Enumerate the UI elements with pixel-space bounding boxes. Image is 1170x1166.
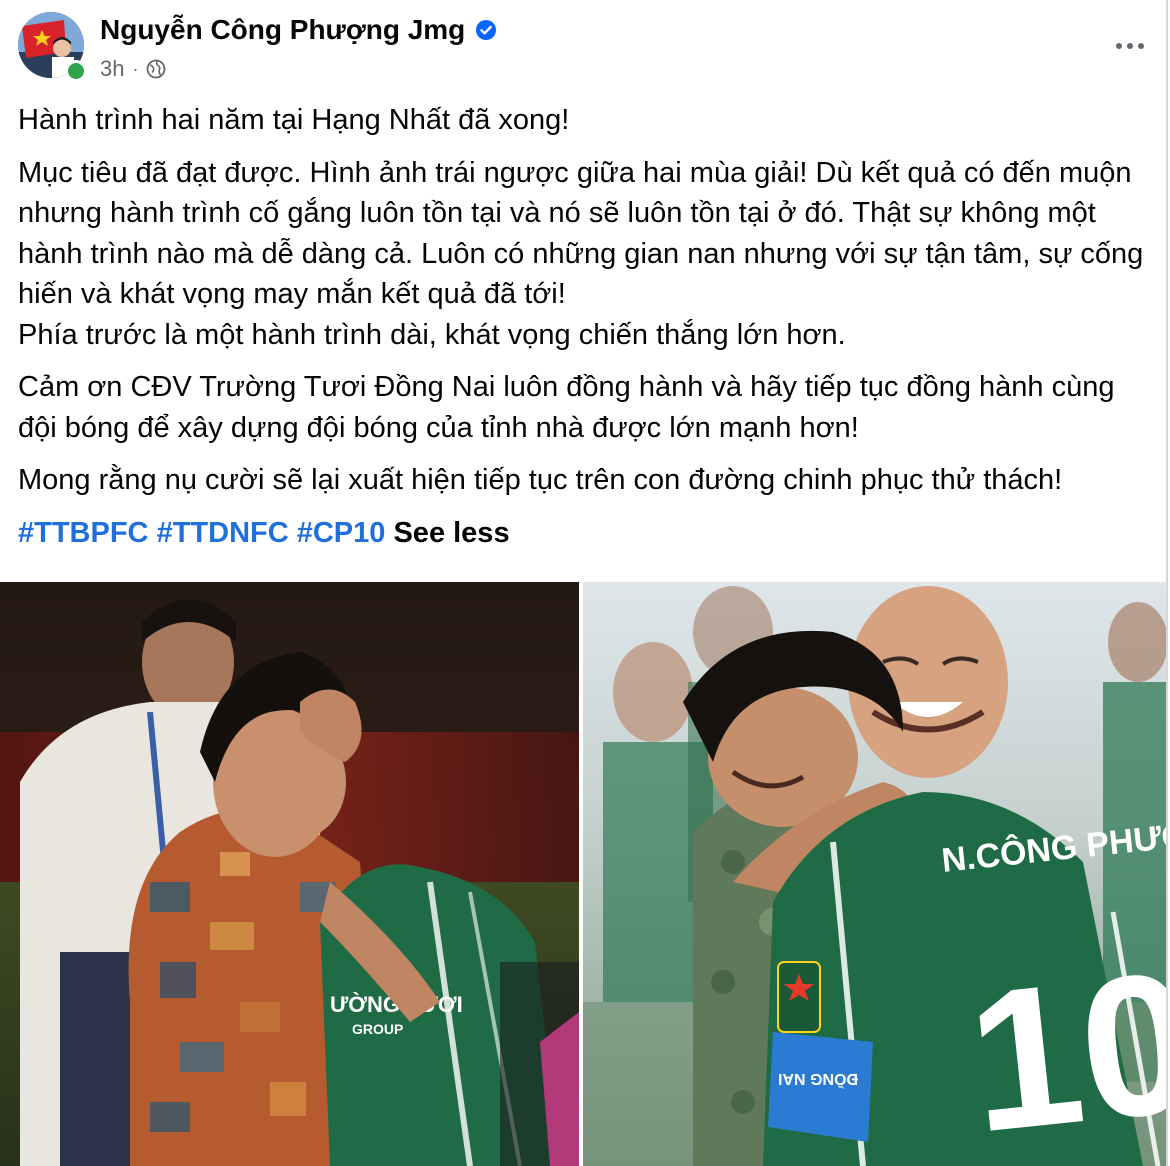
post-paragraph-line: Mục tiêu đã đạt được. Hình ảnh trái ngượ… (18, 156, 1144, 311)
post-header: Nguyễn Công Phượng Jmg 3h · (16, 10, 1156, 90)
online-status-indicator (65, 60, 87, 82)
post-paragraph: Mục tiêu đã đạt được. Hình ảnh trái ngượ… (18, 153, 1158, 356)
see-less-button[interactable]: See less (393, 517, 509, 549)
post-text: Hành trình hai năm tại Hạng Nhất đã xong… (18, 100, 1158, 553)
post-paragraph: Cảm ơn CĐV Trường Tươi Đồng Nai luôn đồn… (18, 371, 1115, 444)
post-paragraph-line: Phía trước là một hành trình dài, khát v… (18, 318, 846, 351)
meta-separator: · (132, 58, 139, 79)
armband-text: ĐỒNG NAI (778, 1070, 858, 1089)
more-dot (1138, 43, 1144, 49)
jersey-sponsor-subtext: GROUP (352, 1021, 403, 1037)
hashtag-link[interactable]: #CP10 (297, 517, 386, 549)
post-paragraph: Mong rằng nụ cười sẽ lại xuất hiện tiếp … (18, 464, 1063, 496)
photo-right[interactable]: N.CÔNG PHƯỢNG 10 ĐỒNG NAI (583, 582, 1166, 1166)
author-name[interactable]: Nguyễn Công Phượng Jmg (100, 14, 465, 46)
more-options-icon[interactable] (1108, 28, 1152, 64)
facebook-post: Nguyễn Công Phượng Jmg 3h · Hành trình h… (0, 0, 1168, 1166)
more-dot (1116, 43, 1122, 49)
more-dot (1127, 43, 1133, 49)
photo-right-image: N.CÔNG PHƯỢNG 10 ĐỒNG NAI (583, 582, 1166, 1166)
post-paragraph: Hành trình hai năm tại Hạng Nhất đã xong… (18, 104, 570, 136)
post-meta: 3h · (100, 56, 166, 82)
photo-left[interactable]: ƯỜNG TƯƠI GROUP (0, 582, 579, 1166)
author-row: Nguyễn Công Phượng Jmg (100, 14, 497, 46)
hashtag-link[interactable]: #TTBPFC (18, 517, 149, 549)
post-timestamp[interactable]: 3h (100, 56, 124, 82)
photo-grid: ƯỜNG TƯƠI GROUP (0, 582, 1166, 1166)
hashtag-link[interactable]: #TTDNFC (157, 517, 289, 549)
globe-icon[interactable] (146, 59, 166, 79)
verified-badge-icon (475, 19, 497, 41)
photo-left-image: ƯỜNG TƯƠI GROUP (0, 582, 579, 1166)
hashtag-row: #TTBPFC #TTDNFC #CP10 See less (18, 513, 1158, 554)
jersey-number-text: 10 (959, 930, 1166, 1166)
